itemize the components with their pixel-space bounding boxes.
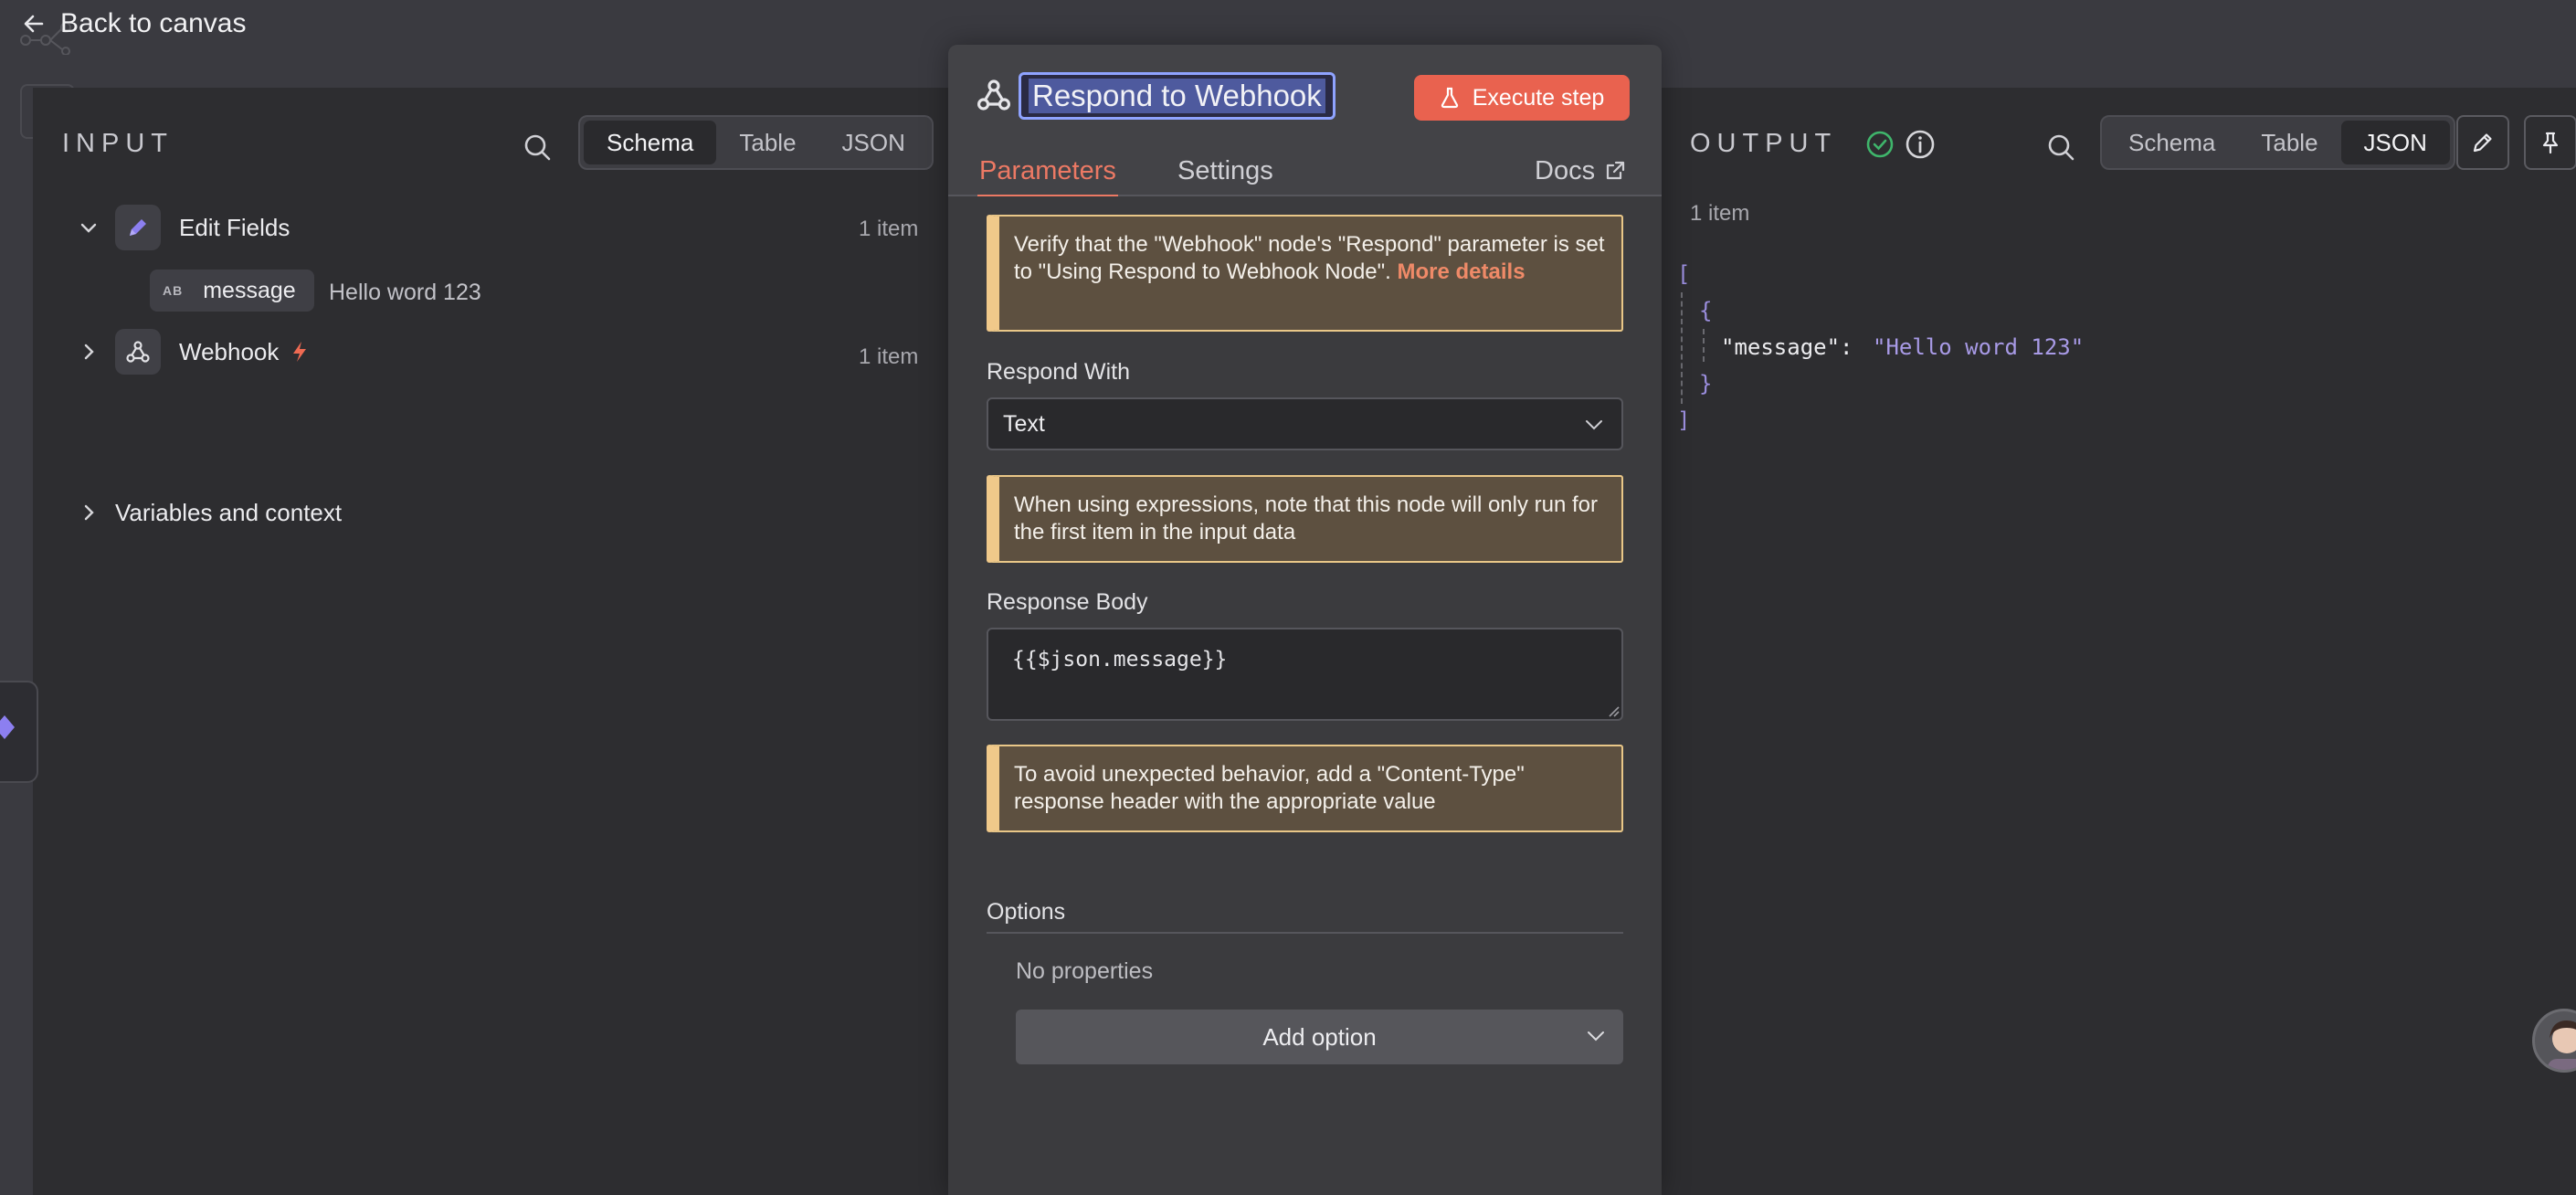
- node-title-text: Respond to Webhook: [1029, 79, 1325, 113]
- search-icon: [524, 134, 551, 161]
- node-settings-panel: Respond to Webhook Execute step Paramete…: [948, 45, 1662, 1195]
- json-open-object: {: [1699, 298, 1713, 323]
- json-open-array: [: [1677, 261, 1691, 287]
- notice-expressions: When using expressions, note that this n…: [987, 475, 1623, 563]
- json-string-value: "Hello word 123": [1873, 334, 2085, 360]
- input-search-button[interactable]: [517, 127, 557, 167]
- edit-fields-item-count: 1 item: [859, 217, 919, 241]
- more-details-link[interactable]: More details: [1398, 259, 1526, 284]
- edit-fields-node-icon: [115, 205, 161, 250]
- execute-step-button[interactable]: Execute step: [1414, 75, 1630, 121]
- json-indent-guide: [1703, 329, 1705, 362]
- input-view-switch: Schema Table JSON: [578, 115, 934, 170]
- input-view-json[interactable]: JSON: [819, 121, 928, 164]
- avatar-icon: [2548, 1021, 2576, 1070]
- check-circle-icon: [1866, 131, 1894, 158]
- back-to-canvas-link[interactable]: Back to canvas: [18, 5, 246, 42]
- node-panel-tabs: Parameters Settings Docs: [948, 145, 1662, 198]
- edit-fields-label: Edit Fields: [179, 213, 290, 241]
- webhook-label: Webhook: [179, 337, 280, 365]
- response-body-input[interactable]: {{$json.message}}: [987, 628, 1623, 721]
- node-panel-header: Respond to Webhook Execute step Paramete…: [948, 45, 1662, 198]
- output-search-button[interactable]: [2041, 127, 2081, 167]
- tree-row-variables[interactable]: Variables and context: [75, 489, 342, 536]
- webhook-icon: [977, 79, 1010, 111]
- chevron-down-icon[interactable]: [75, 214, 102, 241]
- output-info-button[interactable]: [1900, 124, 1940, 164]
- options-title: Options: [987, 899, 1066, 925]
- schema-field-value: Hello word 123: [329, 280, 481, 305]
- node-title-input[interactable]: Respond to Webhook: [1019, 72, 1336, 120]
- response-body-label: Response Body: [987, 589, 1148, 615]
- tree-row-webhook[interactable]: Webhook: [75, 328, 308, 375]
- lightning-icon: [293, 342, 307, 362]
- output-view-table[interactable]: Table: [2238, 121, 2340, 164]
- webhook-item-count: 1 item: [859, 344, 919, 369]
- execute-step-label: Execute step: [1472, 84, 1605, 111]
- webhook-node-icon: [115, 329, 161, 375]
- output-item-count: 1 item: [1690, 201, 1750, 226]
- response-body-value: {{$json.message}}: [1012, 648, 1228, 672]
- respond-with-label: Respond With: [987, 359, 1131, 385]
- respond-with-select[interactable]: Text: [987, 397, 1623, 450]
- output-view-json[interactable]: JSON: [2340, 121, 2450, 164]
- notice-webhook-respond: Verify that the "Webhook" node's "Respon…: [987, 215, 1623, 332]
- back-to-canvas-label: Back to canvas: [60, 8, 247, 38]
- options-divider: [987, 932, 1623, 934]
- side-panel-tab[interactable]: [0, 681, 38, 783]
- output-view-schema[interactable]: Schema: [2106, 121, 2238, 164]
- pencil-icon: [130, 219, 146, 236]
- input-view-schema[interactable]: Schema: [584, 121, 717, 164]
- json-indent-guide: [1681, 292, 1683, 404]
- resize-grip-icon[interactable]: [1607, 704, 1620, 717]
- search-icon: [2048, 134, 2075, 161]
- input-panel: INPUT Schema Table JSON Edit Fields 1 it…: [33, 88, 949, 1195]
- json-close-array: ]: [1677, 407, 1691, 433]
- parameters-body: Verify that the "Webhook" node's "Respon…: [948, 196, 1662, 1195]
- chevron-right-icon[interactable]: [75, 338, 102, 365]
- diamond-icon: [0, 715, 15, 739]
- string-type-icon: AB: [163, 283, 184, 298]
- tree-row-edit-fields[interactable]: Edit Fields: [75, 204, 290, 251]
- input-panel-title: INPUT: [62, 129, 174, 158]
- notice-content-type: To avoid unexpected behavior, add a "Con…: [987, 745, 1623, 832]
- no-properties-text: No properties: [1016, 958, 1154, 984]
- flask-icon: [1441, 87, 1458, 109]
- input-view-table[interactable]: Table: [716, 121, 818, 164]
- arrow-left-icon: [18, 8, 49, 39]
- output-panel-title: OUTPUT: [1690, 129, 1838, 158]
- add-option-label: Add option: [1262, 1022, 1377, 1051]
- pin-icon: [2542, 132, 2559, 154]
- edit-output-button[interactable]: [2456, 115, 2509, 170]
- output-view-switch: Schema Table JSON: [2100, 115, 2455, 170]
- tab-parameters[interactable]: Parameters: [977, 145, 1118, 198]
- external-link-icon: [1606, 161, 1625, 180]
- pencil-icon: [2473, 133, 2492, 153]
- output-panel: OUTPUT Schema Table JSON 1 item [ { "mes…: [1661, 88, 2576, 1195]
- docs-label: Docs: [1535, 155, 1596, 185]
- webhook-icon: [126, 341, 150, 363]
- chevron-down-icon: [1588, 1031, 1604, 1042]
- chevron-down-icon: [1586, 420, 1602, 430]
- chevron-right-icon[interactable]: [75, 499, 102, 526]
- schema-field-pill[interactable]: AB message: [150, 270, 314, 312]
- variables-label: Variables and context: [115, 498, 343, 526]
- add-option-button[interactable]: Add option: [1016, 1010, 1623, 1064]
- tab-docs[interactable]: Docs: [1535, 145, 1626, 196]
- schema-field-name: message: [203, 277, 296, 303]
- info-icon: [1906, 130, 1935, 159]
- pin-output-button[interactable]: [2524, 115, 2576, 170]
- json-close-object: }: [1699, 371, 1713, 397]
- tab-settings[interactable]: Settings: [1177, 145, 1273, 196]
- json-key: "message":: [1721, 334, 1853, 360]
- respond-with-value: Text: [1003, 410, 1045, 437]
